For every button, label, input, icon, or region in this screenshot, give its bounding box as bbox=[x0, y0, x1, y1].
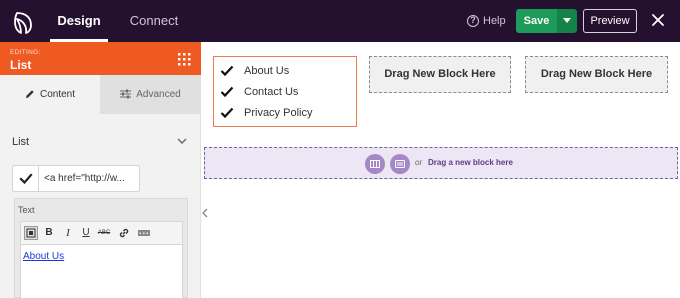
close-icon[interactable] bbox=[650, 12, 666, 28]
drag-block-dropzone[interactable]: Drag New Block Here bbox=[525, 56, 668, 93]
tab-connect-label: Connect bbox=[129, 13, 179, 28]
check-icon bbox=[220, 107, 234, 119]
list-item: About Us bbox=[220, 63, 289, 79]
list-block[interactable]: About Us Contact Us Privacy Policy bbox=[213, 56, 357, 127]
check-icon bbox=[220, 86, 234, 98]
link-icon[interactable] bbox=[117, 226, 131, 240]
tab-content-label: Content bbox=[39, 89, 76, 100]
editing-header: EDITING: List bbox=[0, 42, 201, 75]
columns-icon bbox=[370, 160, 380, 168]
editor-link-text[interactable]: About Us bbox=[23, 251, 64, 262]
check-icon bbox=[19, 173, 33, 185]
rich-text-editor[interactable]: About Us bbox=[20, 245, 183, 298]
question-circle-icon: ? bbox=[467, 15, 479, 27]
strikethrough-button[interactable]: ABC bbox=[97, 226, 111, 240]
list-item: Contact Us bbox=[220, 84, 298, 100]
list-item-text: Privacy Policy bbox=[244, 107, 313, 119]
format-icon[interactable] bbox=[24, 226, 38, 240]
underline-button[interactable]: U bbox=[79, 226, 93, 240]
list-item-text: Contact Us bbox=[244, 86, 299, 98]
editing-block-name: List bbox=[10, 58, 32, 72]
paragraph-icon bbox=[26, 228, 36, 238]
tab-content[interactable]: Content bbox=[0, 75, 100, 114]
chevron-down-icon[interactable] bbox=[177, 138, 187, 145]
collapse-sidebar-icon[interactable] bbox=[200, 206, 210, 220]
drag-block-dropzone[interactable]: Drag New Block Here bbox=[369, 56, 511, 93]
list-item: Privacy Policy bbox=[220, 105, 312, 121]
section-dropzone[interactable]: or Drag a new block here bbox=[204, 147, 678, 179]
add-columns-button[interactable] bbox=[365, 154, 385, 174]
sliders-icon bbox=[120, 89, 132, 99]
top-bar: Design Connect ? Help Save Preview bbox=[0, 0, 680, 42]
seedprod-logo[interactable] bbox=[11, 9, 37, 35]
save-options-dropdown[interactable] bbox=[557, 9, 577, 33]
bold-button[interactable]: B bbox=[42, 226, 56, 240]
tab-advanced-label: Advanced bbox=[136, 89, 181, 100]
tab-design[interactable]: Design bbox=[50, 0, 108, 42]
template-icon bbox=[395, 160, 405, 168]
or-label: or bbox=[415, 158, 423, 167]
italic-button[interactable]: I bbox=[61, 226, 75, 240]
tab-design-label: Design bbox=[57, 13, 101, 28]
help-label: Help bbox=[483, 15, 506, 27]
help-link[interactable]: ? Help bbox=[467, 14, 506, 28]
drag-new-block-link[interactable]: Drag a new block here bbox=[428, 158, 513, 167]
section-title-list: List bbox=[12, 136, 30, 148]
editor-toolbar: B I U ABC bbox=[20, 221, 183, 245]
editing-label: EDITING: bbox=[10, 49, 41, 56]
block-settings-sidebar: EDITING: List Content Advanced List <a h… bbox=[0, 42, 201, 298]
list-item-row[interactable]: <a href="http://w... bbox=[12, 165, 140, 192]
tab-connect[interactable]: Connect bbox=[124, 0, 184, 42]
list-icon-picker[interactable] bbox=[13, 166, 39, 191]
grid-icon[interactable] bbox=[178, 53, 191, 66]
text-editor-panel: Text B I U ABC About Us bbox=[14, 198, 188, 298]
text-label: Text bbox=[18, 205, 35, 215]
list-item-html[interactable]: <a href="http://w... bbox=[44, 173, 138, 184]
add-template-button[interactable] bbox=[390, 154, 410, 174]
tab-advanced[interactable]: Advanced bbox=[100, 75, 201, 114]
preview-button[interactable]: Preview bbox=[583, 9, 637, 33]
more-icon[interactable] bbox=[137, 226, 151, 240]
panel-tabs: Content Advanced bbox=[0, 75, 201, 114]
list-item-text: About Us bbox=[244, 65, 290, 77]
pencil-icon bbox=[25, 90, 34, 99]
save-button[interactable]: Save bbox=[516, 9, 557, 33]
check-icon bbox=[220, 65, 234, 77]
